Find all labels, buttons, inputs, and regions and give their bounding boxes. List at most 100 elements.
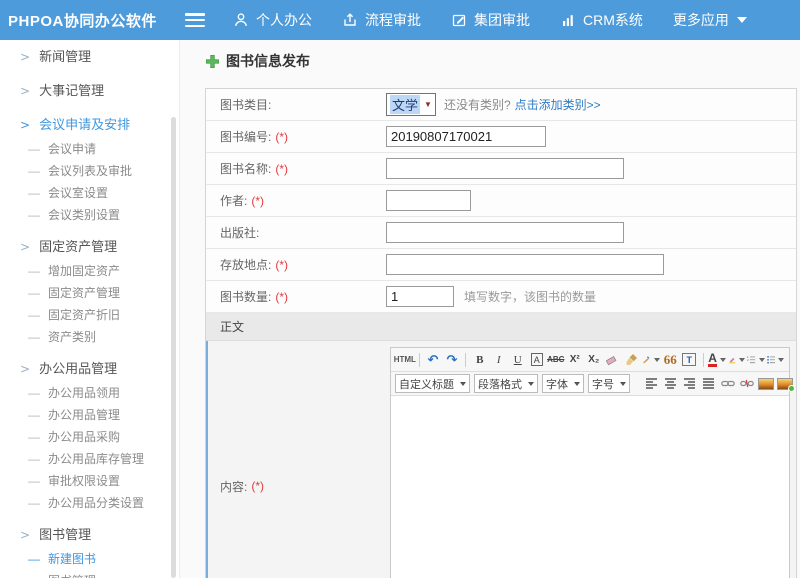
sidebar-item-events-mgmt[interactable]: >大事记管理 [0, 78, 179, 104]
sidebar-item-meeting-apply[interactable]: —会议申请 [0, 138, 179, 160]
sidebar-item-book-new[interactable]: —新建图书 [0, 548, 179, 570]
sidebar-item-supplies-purchase[interactable]: —办公用品采购 [0, 426, 179, 448]
format-painter-icon[interactable] [642, 351, 659, 369]
ordered-list-icon[interactable]: 12 [747, 351, 764, 369]
unordered-list-icon[interactable] [767, 351, 784, 369]
sidebar-item-meeting-mgmt[interactable]: >会议申请及安排 [0, 112, 179, 138]
dropdown-caret-icon [574, 382, 580, 386]
book-name-input[interactable] [386, 158, 624, 179]
blockquote-button[interactable]: 66 [662, 351, 679, 369]
paste-text-button[interactable]: T [682, 353, 696, 366]
sidebar-item-asset-depreciation[interactable]: —固定资产折旧 [0, 304, 179, 326]
dropdown-caret-icon [778, 358, 784, 362]
link-icon[interactable] [719, 375, 736, 393]
unlink-icon[interactable] [738, 375, 755, 393]
sidebar-item-label: 资产类别 [48, 330, 96, 344]
location-input[interactable] [386, 254, 664, 275]
italic-button[interactable]: I [490, 351, 507, 369]
align-left-icon[interactable] [643, 375, 660, 393]
sidebar-item-label: 审批权限设置 [48, 474, 120, 488]
insert-image-icon[interactable] [757, 375, 774, 393]
add-category-link[interactable]: 点击添加类别>> [515, 96, 601, 113]
upload-image-icon[interactable] [776, 375, 793, 393]
sidebar-item-asset-mgmt[interactable]: >固定资产管理 [0, 234, 179, 260]
paragraph-format-select[interactable]: 段落格式 [474, 374, 538, 393]
sidebar-item-asset-category[interactable]: —资产类别 [0, 326, 179, 348]
sidebar-scrollbar[interactable] [171, 117, 176, 578]
svg-text:2: 2 [747, 358, 749, 362]
menu-icon[interactable] [185, 13, 205, 27]
nav-process-approval[interactable]: 流程审批 [342, 10, 421, 30]
bold-button[interactable]: B [471, 351, 488, 369]
sidebar-item-asset-manage[interactable]: —固定资产管理 [0, 282, 179, 304]
redo-icon[interactable]: ↷ [443, 351, 460, 369]
sidebar-item-supplies-category[interactable]: —办公用品分类设置 [0, 492, 179, 514]
no-category-text: 还没有类别? [444, 96, 511, 113]
html-source-button[interactable]: HTML [396, 351, 414, 369]
nav-personal-office[interactable]: 个人办公 [233, 10, 312, 30]
subscript-button[interactable]: X₂ [585, 351, 602, 369]
sidebar-item-meeting-list[interactable]: —会议列表及审批 [0, 160, 179, 182]
underline-button[interactable]: U [509, 351, 526, 369]
sidebar-item-label: 会议室设置 [48, 186, 108, 200]
superscript-button[interactable]: X² [566, 351, 583, 369]
rich-text-editor: HTML ↶ ↷ B I U A ABC X² X₂ [390, 347, 790, 578]
publisher-input[interactable] [386, 222, 624, 243]
undo-icon[interactable]: ↶ [424, 351, 441, 369]
field-label: 图书数量:(*) [206, 288, 386, 305]
eraser-icon[interactable] [604, 351, 621, 369]
form-row-publisher: 出版社: [206, 217, 796, 249]
chevron-right-icon: > [20, 50, 30, 64]
align-justify-icon[interactable] [700, 375, 717, 393]
sidebar-item-label: 图书管理 [39, 527, 91, 542]
toolbar-separator [703, 353, 704, 367]
sidebar-item-label: 办公用品管理 [39, 361, 117, 376]
sidebar-item-supplies-claim[interactable]: —办公用品领用 [0, 382, 179, 404]
nav-group-approval[interactable]: 集团审批 [451, 10, 530, 30]
sidebar-item-approval-permission[interactable]: —审批权限设置 [0, 470, 179, 492]
toolbar-separator [465, 353, 466, 367]
highlight-color-icon[interactable] [728, 351, 745, 369]
sidebar-item-book-mgmt[interactable]: >图书管理 [0, 522, 179, 548]
sidebar-item-meeting-room[interactable]: —会议室设置 [0, 182, 179, 204]
strikethrough-button[interactable]: ABC [547, 351, 564, 369]
nav-label: 个人办公 [256, 10, 312, 30]
dash-icon: — [28, 452, 40, 466]
app-logo: PHPOA协同办公软件 [8, 10, 173, 31]
dash-icon: — [28, 208, 40, 222]
nav-crm-system[interactable]: CRM系统 [560, 10, 643, 30]
font-style-button[interactable]: A [531, 353, 543, 366]
book-no-input[interactable] [386, 126, 546, 147]
toolbar-separator [419, 353, 420, 367]
form-row-content: 内容:(*) HTML ↶ ↷ B I U A ABC X² [206, 341, 796, 578]
sidebar-item-asset-add[interactable]: —增加固定资产 [0, 260, 179, 282]
category-select[interactable]: 文学 ▼ [386, 93, 436, 116]
topbar: PHPOA协同办公软件 个人办公 流程审批 集团审批 CRM系统 更多应用 [0, 0, 800, 40]
dash-icon: — [28, 142, 40, 156]
dropdown-caret-icon [720, 358, 726, 362]
required-mark: (*) [275, 290, 288, 304]
quantity-input[interactable] [386, 286, 454, 307]
custom-title-select[interactable]: 自定义标题 [395, 374, 470, 393]
sidebar-item-supplies-mgmt[interactable]: >办公用品管理 [0, 356, 179, 382]
font-color-button[interactable]: A [709, 351, 726, 369]
font-size-select[interactable]: 字号 [588, 374, 630, 393]
required-mark: (*) [251, 479, 264, 493]
align-right-icon[interactable] [681, 375, 698, 393]
edit-square-icon [451, 12, 467, 28]
sidebar-item-meeting-category[interactable]: —会议类别设置 [0, 204, 179, 226]
required-mark: (*) [275, 162, 288, 176]
nav-label: 集团审批 [474, 10, 530, 30]
sidebar-item-supplies-manage[interactable]: —办公用品管理 [0, 404, 179, 426]
align-center-icon[interactable] [662, 375, 679, 393]
editor-content-area[interactable] [391, 396, 789, 578]
sidebar-item-news-mgmt[interactable]: >新闻管理 [0, 44, 179, 70]
clean-format-icon[interactable] [623, 351, 640, 369]
font-family-select[interactable]: 字体 [542, 374, 584, 393]
sidebar-item-supplies-inventory[interactable]: —办公用品库存管理 [0, 448, 179, 470]
sidebar-item-label: 会议列表及审批 [48, 164, 132, 178]
sidebar-item-book-manage[interactable]: —图书管理 [0, 570, 179, 578]
field-label: 图书编号:(*) [206, 128, 386, 145]
author-input[interactable] [386, 190, 471, 211]
nav-more-apps[interactable]: 更多应用 [673, 10, 747, 30]
